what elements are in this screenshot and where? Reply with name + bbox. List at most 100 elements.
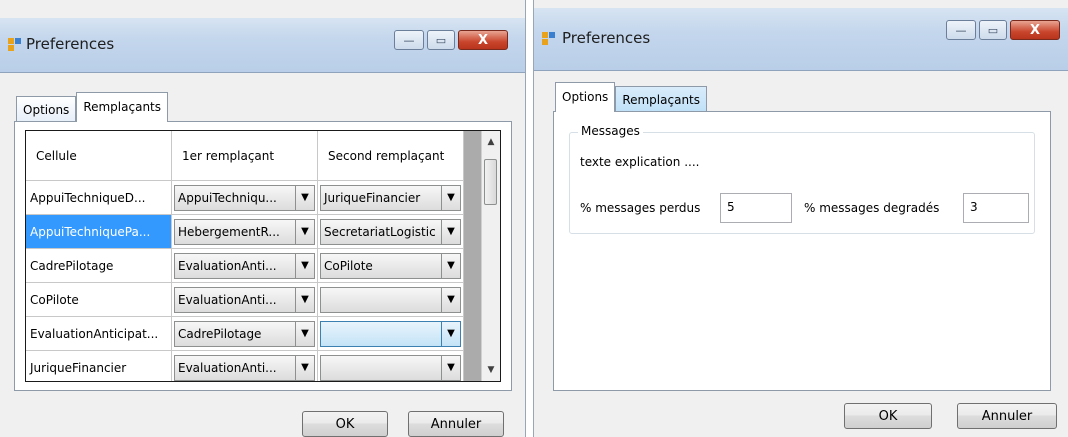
table-row[interactable]: AppuiTechniquePa... HebergementR... ▼ Sec… [26,215,464,249]
tab-remplacants[interactable]: Remplaçants [76,92,169,122]
second-combo[interactable]: ▼ [320,320,461,347]
tab-label: Remplaçants [622,93,701,107]
chevron-down-icon[interactable]: ▼ [295,287,314,312]
tab-page-remplacants: Cellule 1er remplaçant Second remplaçant… [14,121,512,391]
maximize-icon: ▭ [435,33,447,47]
cell-first: HebergementR... ▼ [172,215,318,249]
scroll-thumb[interactable] [484,159,497,205]
tab-label: Options [562,90,609,104]
table-row[interactable]: CadrePilotage EvaluationAnti... ▼ CoPilot… [26,249,464,283]
chevron-down-icon[interactable]: ▼ [441,253,460,278]
first-combo[interactable]: AppuiTechniqu... ▼ [174,184,315,211]
window-title: Preferences [26,35,115,53]
combo-value: EvaluationAnti... [178,258,277,273]
lost-messages-field[interactable]: 5 [720,193,792,223]
cell-cellule[interactable]: AppuiTechniqueD... [26,181,172,215]
cell-cellule[interactable]: EvaluationAnticipat... [26,317,172,351]
first-combo[interactable]: EvaluationAnti... ▼ [174,252,315,279]
ok-button[interactable]: OK [844,403,932,429]
lost-messages-label: % messages perdus [580,201,701,215]
vertical-scrollbar[interactable]: ▲ ▼ [481,131,500,381]
table-row[interactable]: AppuiTechniqueD... AppuiTechniqu... ▼ Jur… [26,181,464,215]
table-row[interactable]: JuriqueFinancier EvaluationAnti... ▼ ▼ [26,351,464,381]
cancel-button[interactable]: Annuler [408,411,504,437]
combo-value: CadrePilotage [178,326,262,341]
second-combo[interactable]: JuriqueFinancier ▼ [320,184,461,211]
chevron-down-icon[interactable]: ▼ [441,219,460,244]
cell-second: ▼ [318,317,464,351]
degraded-messages-label: % messages degradés [804,201,940,215]
tab-options[interactable]: Options [555,82,616,112]
tab-label: Remplaçants [83,100,162,114]
maximize-icon: ▭ [987,23,999,37]
close-button[interactable]: X [458,30,508,50]
cell-cellule[interactable]: CoPilote [26,283,172,317]
second-combo[interactable]: ▼ [320,286,461,313]
chevron-down-icon[interactable]: ▼ [441,321,460,346]
degraded-messages-field[interactable]: 3 [963,193,1029,223]
cell-cellule[interactable]: JuriqueFinancier [26,351,172,381]
table-row[interactable]: EvaluationAnticipat... CadrePilotage ▼ ▼ [26,317,464,351]
tab-options[interactable]: Options [16,96,77,122]
tab-label: Options [23,103,70,117]
first-combo[interactable]: HebergementR... ▼ [174,218,315,245]
cell-second: JuriqueFinancier ▼ [318,181,464,215]
messages-groupbox: Messages texte explication .... % messag… [569,124,1035,234]
title-bar[interactable]: Preferences — ▭ X [0,18,525,73]
tab-remplacants[interactable]: Remplaçants [615,86,708,112]
explanation-text: texte explication .... [580,155,700,169]
ok-button[interactable]: OK [302,411,388,437]
close-icon: X [1029,22,1041,38]
tab-strip: Options Remplaçants [555,82,708,112]
combo-value: AppuiTechniqu... [178,190,277,205]
cancel-button[interactable]: Annuler [957,403,1057,429]
window-title: Preferences [562,29,651,47]
chevron-down-icon[interactable]: ▼ [295,355,314,380]
cell-first: EvaluationAnti... ▼ [172,249,318,283]
minimize-button[interactable]: — [946,20,976,40]
close-icon: X [477,32,489,48]
groupbox-title: Messages [578,124,643,138]
column-header-cellule[interactable]: Cellule [26,131,172,181]
chevron-down-icon[interactable]: ▼ [295,321,314,346]
minimize-icon: — [955,23,967,37]
scroll-up-icon[interactable]: ▲ [482,133,500,151]
first-combo[interactable]: EvaluationAnti... ▼ [174,354,315,381]
second-combo[interactable]: CoPilote ▼ [320,252,461,279]
chevron-down-icon[interactable]: ▼ [441,185,460,210]
cell-first: AppuiTechniqu... ▼ [172,181,318,215]
second-combo[interactable]: SecretariatLogistic ▼ [320,218,461,245]
maximize-button[interactable]: ▭ [427,30,455,50]
cell-cellule[interactable]: AppuiTechniquePa... [26,215,172,249]
combo-value: CoPilote [324,258,373,273]
second-combo[interactable]: ▼ [320,354,461,381]
preferences-window-remplacants: Preferences — ▭ X Options Remplaçants Ce… [0,0,526,437]
title-bar[interactable]: Preferences — ▭ X [534,8,1068,71]
combo-value: SecretariatLogistic [324,224,436,239]
chevron-down-icon[interactable]: ▼ [441,287,460,312]
chevron-down-icon[interactable]: ▼ [295,253,314,278]
first-combo[interactable]: CadrePilotage ▼ [174,320,315,347]
first-combo[interactable]: EvaluationAnti... ▼ [174,286,315,313]
chevron-down-icon[interactable]: ▼ [295,219,314,244]
chevron-down-icon[interactable]: ▼ [441,355,460,380]
tab-strip: Options Remplaçants [16,92,169,122]
cell-second: SecretariatLogistic ▼ [318,215,464,249]
combo-value: HebergementR... [178,224,280,239]
table-row[interactable]: CoPilote EvaluationAnti... ▼ ▼ [26,283,464,317]
cell-cellule[interactable]: CadrePilotage [26,249,172,283]
close-button[interactable]: X [1010,20,1060,40]
minimize-button[interactable]: — [394,30,424,50]
preferences-window-options: Preferences — ▭ X Options Remplaçants Me… [533,0,1068,437]
grid-header: Cellule 1er remplaçant Second remplaçant [26,131,464,181]
chevron-down-icon[interactable]: ▼ [295,185,314,210]
cell-first: CadrePilotage ▼ [172,317,318,351]
column-header-first[interactable]: 1er remplaçant [172,131,318,181]
column-header-second[interactable]: Second remplaçant [318,131,464,181]
cell-first: EvaluationAnti... ▼ [172,351,318,381]
cell-second: ▼ [318,351,464,381]
scroll-down-icon[interactable]: ▼ [482,361,500,379]
combo-value: EvaluationAnti... [178,292,277,307]
maximize-button[interactable]: ▭ [979,20,1007,40]
cell-first: EvaluationAnti... ▼ [172,283,318,317]
